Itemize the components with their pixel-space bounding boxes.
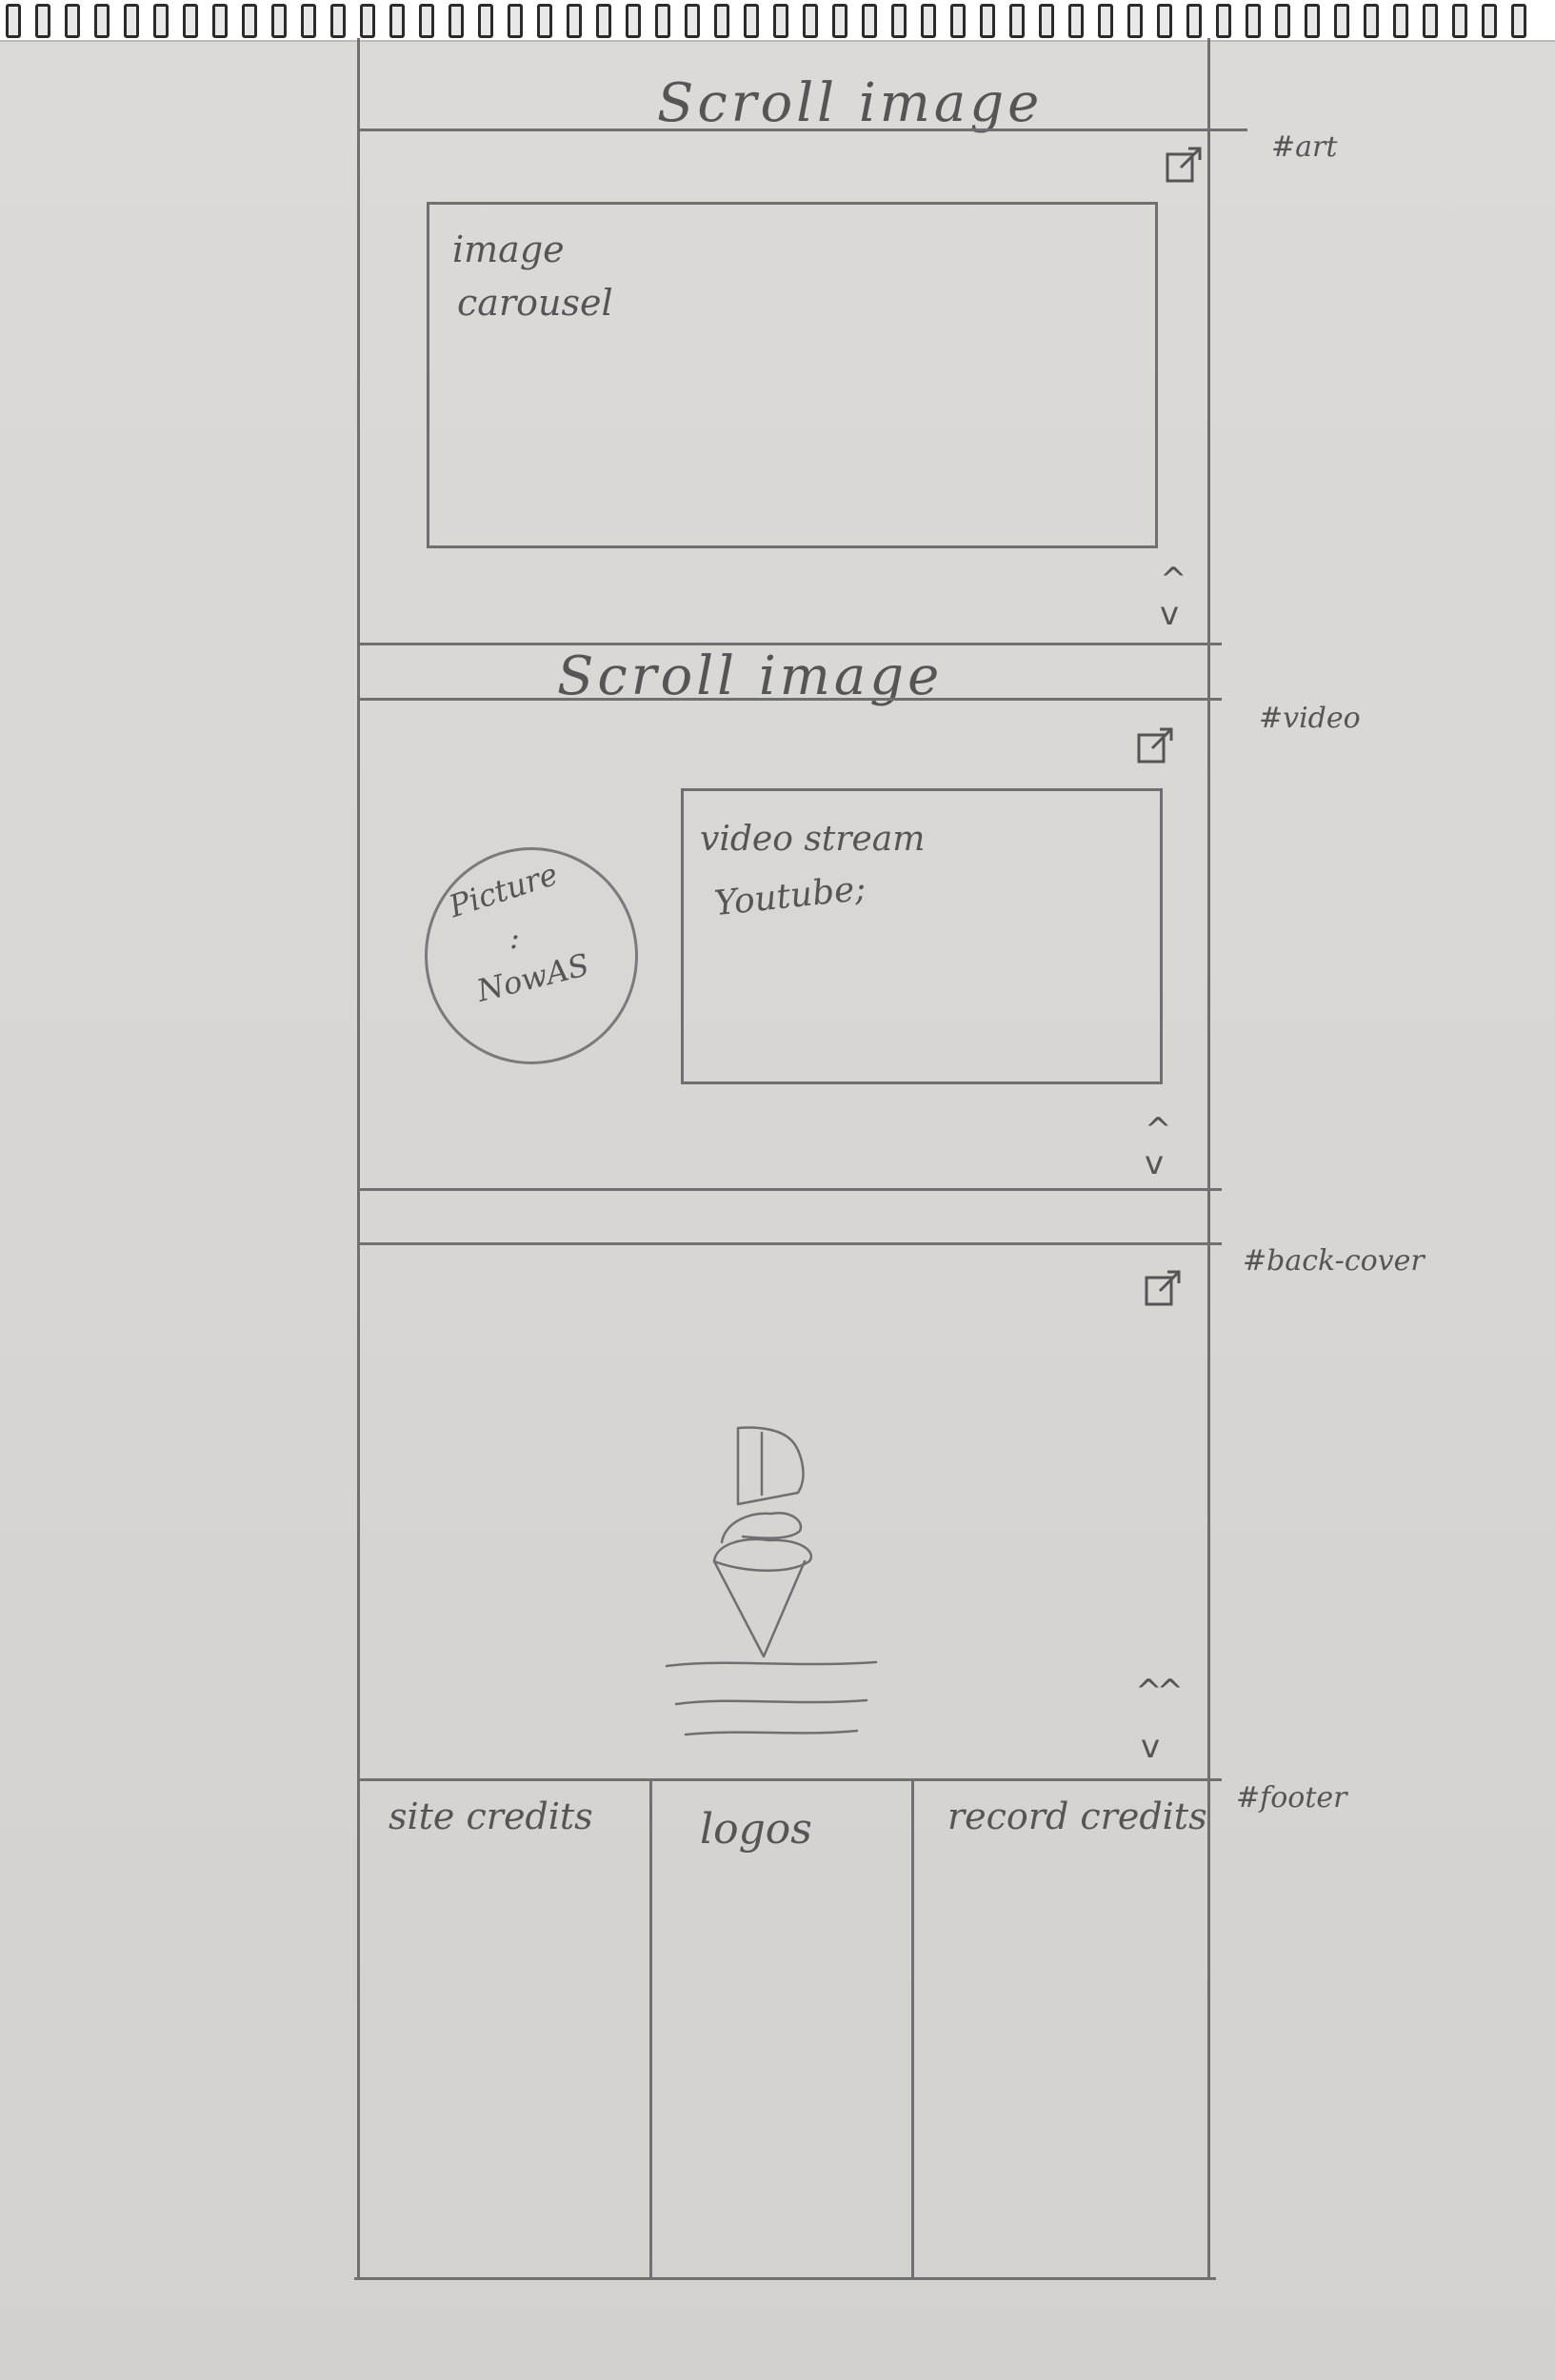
spiral-coil (921, 4, 936, 38)
footer-record-credits: record credits (947, 1795, 1207, 1837)
scroll-down-icon[interactable]: v (1145, 1147, 1164, 1180)
back-cover-tag: #back-cover (1243, 1244, 1425, 1278)
scroll-down-icon[interactable]: v (1160, 598, 1179, 630)
spiral-coil (537, 4, 552, 38)
spiral-coil (478, 4, 493, 38)
carousel-label-line-1: image (452, 228, 565, 270)
spiral-coil (1275, 4, 1290, 38)
footer-logos: logos (700, 1805, 812, 1854)
spiral-coil (596, 4, 611, 38)
footer-site-credits: site credits (389, 1795, 593, 1837)
double-chevron-up-icon[interactable]: ^^ (1135, 1676, 1184, 1708)
spiral-coil (1423, 4, 1438, 38)
scroll-up-icon[interactable]: ^ (1145, 1114, 1172, 1146)
spiral-coil (950, 4, 966, 38)
spiral-coil (832, 4, 847, 38)
spiral-coil (1068, 4, 1084, 38)
art-section-header: Scroll image (657, 72, 1044, 134)
spiral-coil (773, 4, 788, 38)
footer-tag: #footer (1236, 1781, 1347, 1815)
spiral-coil (449, 4, 464, 38)
spiral-coil (153, 4, 169, 38)
spiral-coil (980, 4, 995, 38)
spiral-coil (714, 4, 729, 38)
spiral-binding (0, 0, 1555, 42)
spiral-coil (655, 4, 670, 38)
spiral-coil (567, 4, 582, 38)
spiral-coil (862, 4, 877, 38)
spiral-coil (124, 4, 139, 38)
spiral-coil (1482, 4, 1497, 38)
spiral-coil (1216, 4, 1231, 38)
picture-label-line-2: : (509, 920, 520, 956)
scroll-up-icon[interactable]: ^ (1160, 564, 1187, 596)
spiral-coil (1452, 4, 1467, 38)
external-link-icon[interactable] (1143, 1268, 1185, 1310)
spiral-coil (65, 4, 80, 38)
spiral-coil (1305, 4, 1320, 38)
external-link-icon[interactable] (1135, 725, 1177, 767)
spiral-coil (183, 4, 198, 38)
art-section-tag: #art (1271, 130, 1338, 164)
scroll-down-icon[interactable]: v (1141, 1731, 1160, 1763)
spiral-coil (360, 4, 375, 38)
spiral-coil (803, 4, 818, 38)
spiral-coil (330, 4, 346, 38)
spiral-coil (508, 4, 523, 38)
spiral-coil (242, 4, 257, 38)
spiral-coil (1157, 4, 1172, 38)
spiral-coil (419, 4, 434, 38)
spiral-coil (1186, 4, 1202, 38)
spiral-coil (301, 4, 316, 38)
spiral-coil (744, 4, 759, 38)
spiral-coil (626, 4, 641, 38)
spiral-coil (212, 4, 228, 38)
spiral-coil (891, 4, 907, 38)
carousel-label-line-2: carousel (457, 282, 613, 324)
spiral-coil (1098, 4, 1113, 38)
spiral-coil (1009, 4, 1025, 38)
ice-cream-cone-sketch (665, 1426, 878, 1736)
spiral-coil (389, 4, 405, 38)
spiral-coil (35, 4, 50, 38)
spiral-coil (1039, 4, 1054, 38)
video-label-line-1: video stream (700, 820, 926, 859)
spiral-coil (1364, 4, 1379, 38)
spiral-coil (1127, 4, 1143, 38)
spiral-coil (1511, 4, 1526, 38)
spiral-coil (94, 4, 110, 38)
spiral-coil (6, 4, 21, 38)
spiral-coil (1246, 4, 1261, 38)
external-link-icon[interactable] (1164, 145, 1206, 187)
spiral-coil (271, 4, 287, 38)
spiral-coil (685, 4, 700, 38)
video-section-tag: #video (1259, 702, 1361, 735)
spiral-coil (1393, 4, 1408, 38)
spiral-coil (1334, 4, 1349, 38)
